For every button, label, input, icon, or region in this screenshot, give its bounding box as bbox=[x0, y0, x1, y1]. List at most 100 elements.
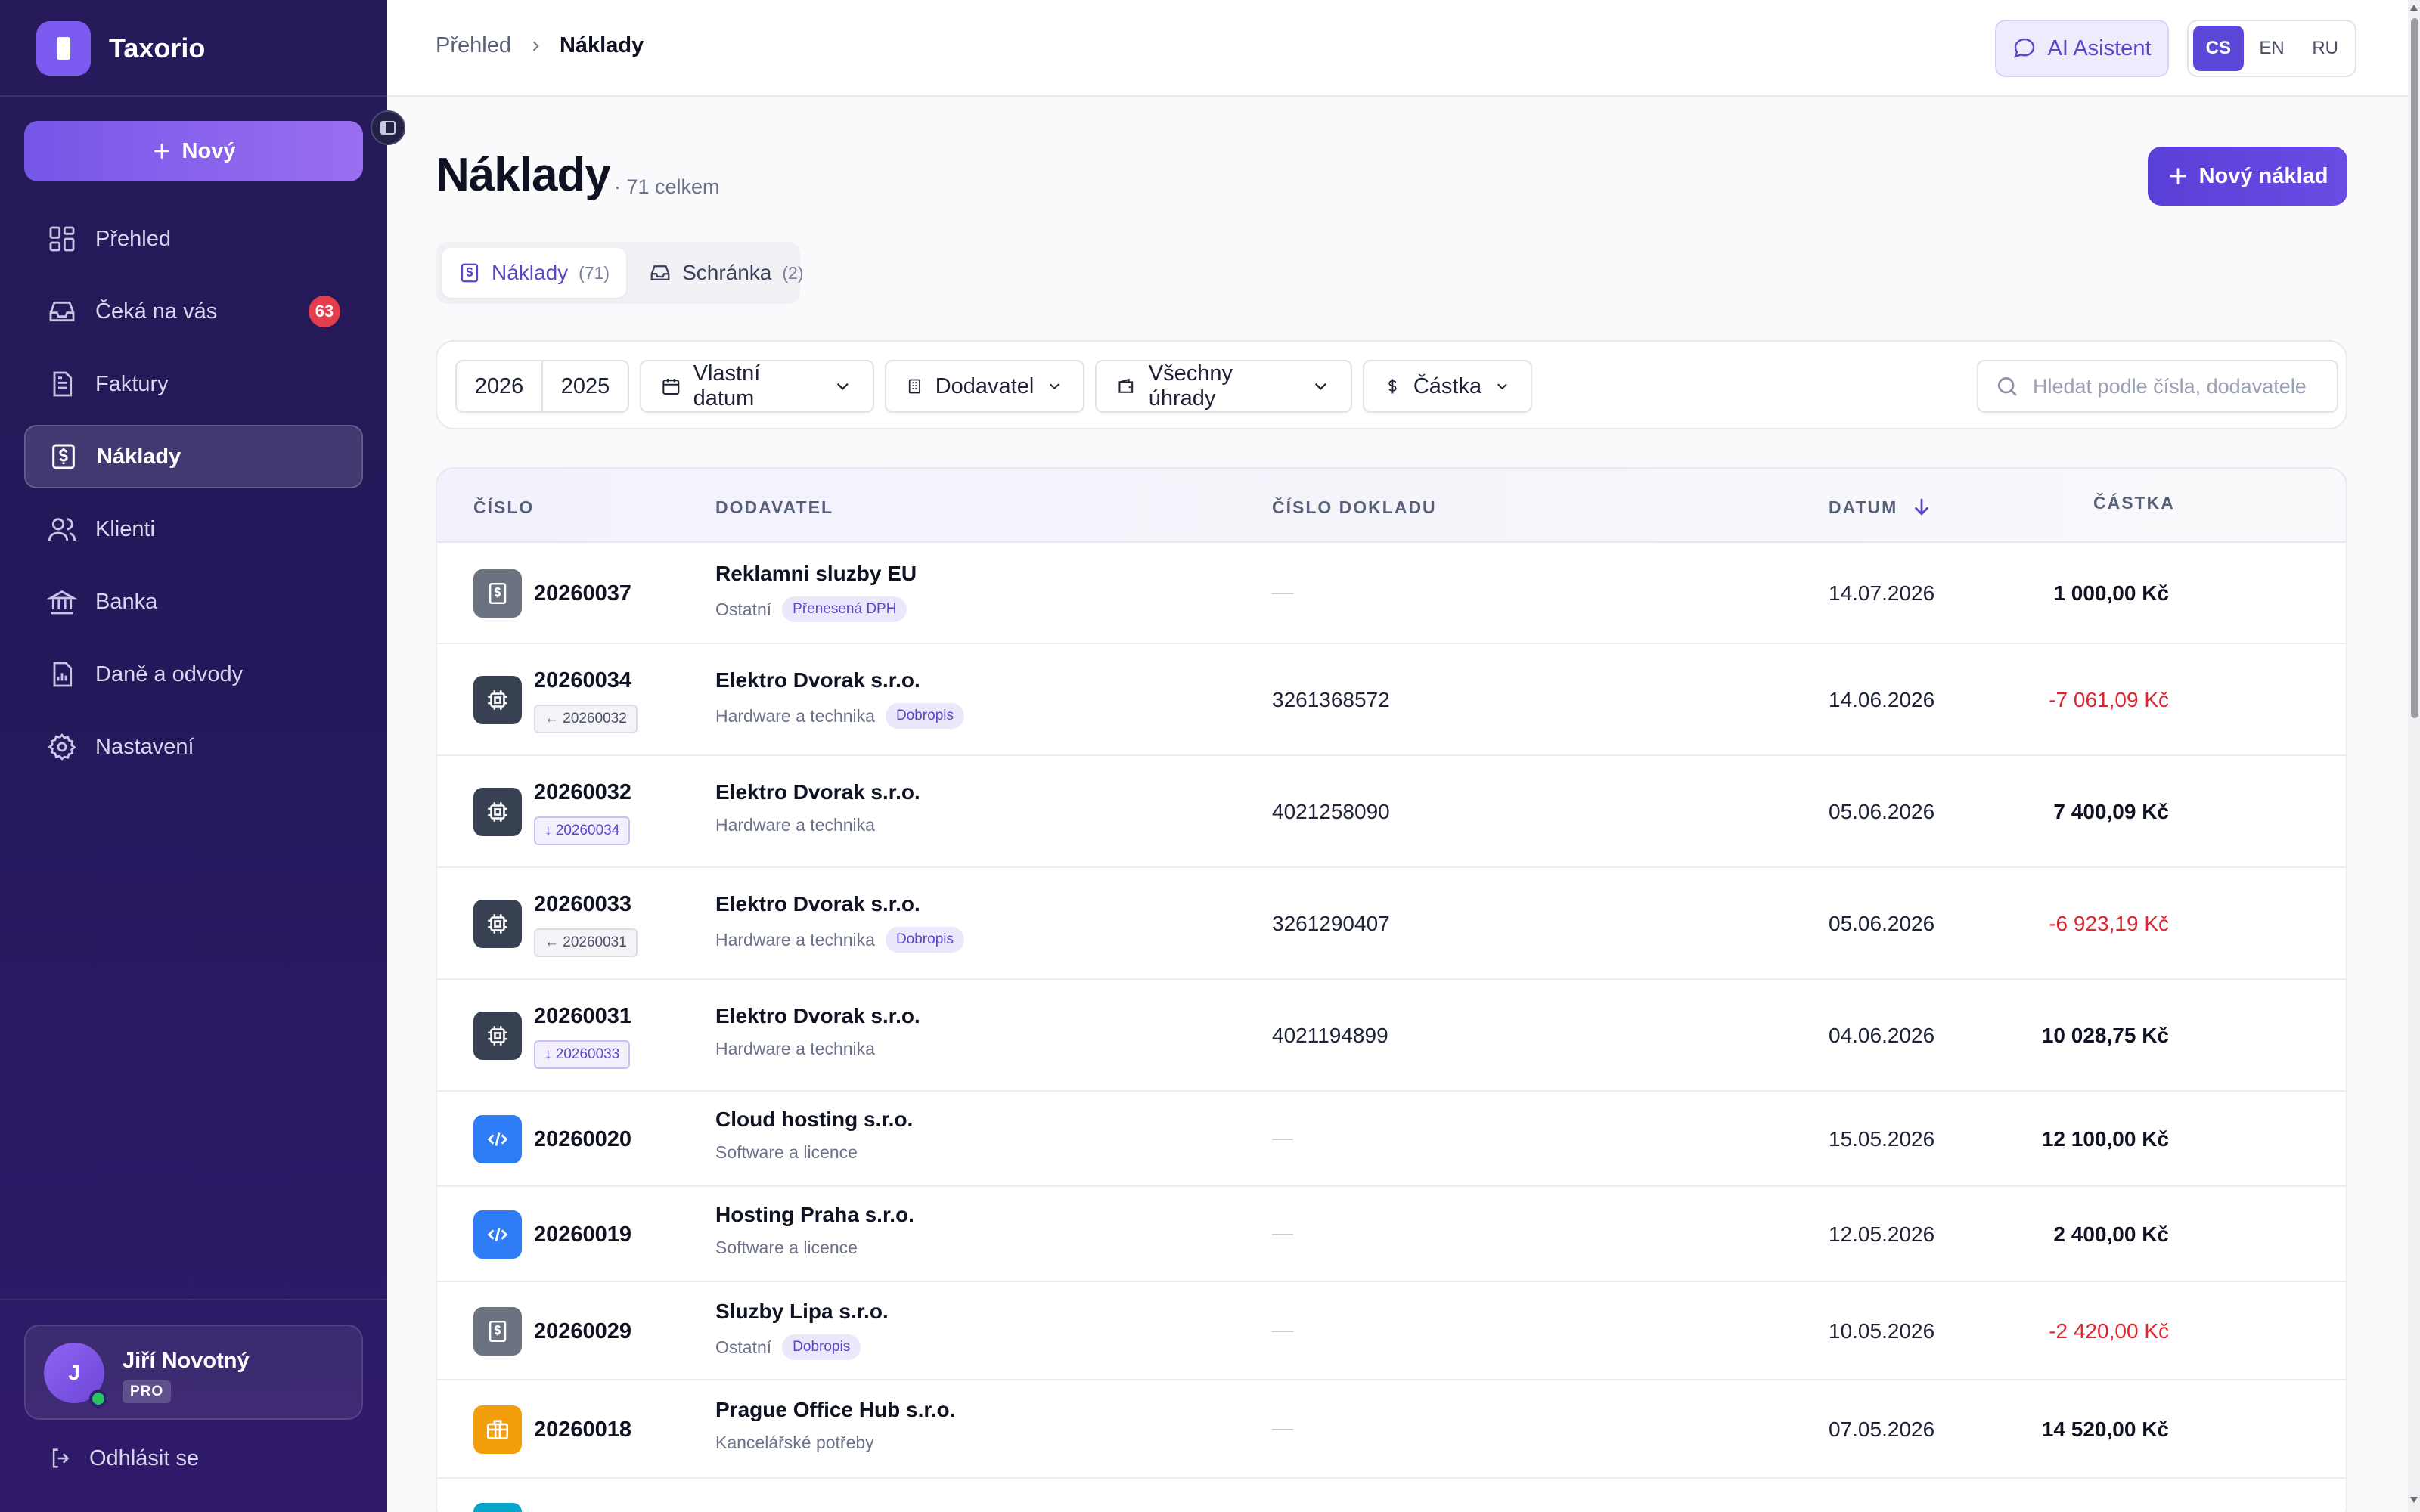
linked-document-badge[interactable]: ↓ 20260034 bbox=[534, 816, 631, 845]
chip-icon bbox=[485, 799, 510, 825]
payments-label: Všechny úhrady bbox=[1148, 361, 1233, 411]
payments-dropdown[interactable]: Všechny úhrady bbox=[1095, 360, 1352, 413]
sidebar-item-faktury[interactable]: Faktury bbox=[24, 352, 363, 416]
scrollbar[interactable] bbox=[2408, 0, 2420, 1512]
tag-badge: Přenesená DPH bbox=[782, 596, 908, 622]
logo-icon bbox=[36, 21, 91, 76]
category-icon-tile bbox=[473, 1503, 522, 1512]
table-row[interactable]: 20260020 Cloud hosting s.r.o. Software a l… bbox=[437, 1092, 2346, 1187]
category-label: Hardware a technika bbox=[715, 705, 875, 726]
language-cs[interactable]: CS bbox=[2193, 26, 2244, 71]
supplier-category: Hardware a technika bbox=[715, 815, 875, 835]
supplier-name: Prague Office Hub s.r.o. bbox=[715, 1398, 956, 1421]
sort-descending-icon[interactable] bbox=[1910, 496, 1933, 519]
supplier-dropdown[interactable]: Dodavatel bbox=[885, 360, 1084, 413]
chip-icon bbox=[485, 687, 510, 713]
table-row[interactable]: 20260019 Hosting Praha s.r.o. Software a l… bbox=[437, 1187, 2346, 1282]
user-card[interactable]: J Jiří Novotný PRO bbox=[24, 1325, 363, 1420]
tab-schranka[interactable]: Schránka (2) bbox=[632, 248, 820, 298]
table-row[interactable]: 20260031 ↓ 20260033 Elektro Dvorak s.r.o. H… bbox=[437, 980, 2346, 1092]
wallet-icon bbox=[1118, 378, 1134, 393]
sidebar-item-ceka-na-vas[interactable]: Čeká na vás 63 bbox=[24, 280, 363, 343]
column-header-datum[interactable]: DATUM bbox=[1829, 497, 1897, 518]
expense-number[interactable]: 20260029 bbox=[534, 1319, 631, 1344]
column-header-dodavatel[interactable]: DODAVATEL bbox=[715, 497, 833, 518]
column-header-cislo[interactable]: ČÍSLO bbox=[473, 497, 534, 518]
supplier-name: Sluzby Lipa s.r.o. bbox=[715, 1300, 889, 1323]
supplier-name: Elektro Dvorak s.r.o. bbox=[715, 892, 920, 916]
language-ru[interactable]: RU bbox=[2300, 26, 2350, 71]
chevron-down-icon bbox=[837, 383, 849, 390]
amount-dropdown[interactable]: Částka bbox=[1363, 360, 1532, 413]
sidebar-item-label: Čeká na vás bbox=[95, 299, 218, 324]
expense-number[interactable]: 20260032 bbox=[534, 780, 631, 805]
inbox-icon bbox=[650, 265, 670, 280]
chevron-down-icon bbox=[1315, 383, 1327, 390]
scroll-down-arrow[interactable] bbox=[2410, 1497, 2418, 1503]
empty-document-number bbox=[1272, 593, 1293, 594]
tab-bar: Náklady (71) Schránka (2) bbox=[436, 242, 804, 304]
linked-document-badge[interactable]: ← 20260031 bbox=[534, 928, 638, 957]
table-row[interactable]: 20260034 ← 20260032 Elektro Dvorak s.r.o. H… bbox=[437, 644, 2346, 756]
table-row[interactable]: Mobilni operator a.s. bbox=[437, 1479, 2346, 1512]
expense-date: 07.05.2026 bbox=[1829, 1418, 1935, 1441]
expense-number[interactable]: 20260037 bbox=[534, 581, 631, 606]
sidebar-item-naklady[interactable]: Náklady bbox=[24, 425, 363, 488]
supplier-category: Hardware a technika Dobropis bbox=[715, 703, 964, 729]
logout-icon bbox=[52, 1448, 70, 1468]
sidebar-item-label: Nastavení bbox=[95, 734, 194, 759]
scrollbar-thumb[interactable] bbox=[2411, 18, 2418, 718]
user-name: Jiří Novotný bbox=[123, 1349, 250, 1373]
ai-assistant-label: AI Asistent bbox=[2047, 36, 2152, 60]
empty-document-number bbox=[1272, 1234, 1293, 1235]
supplier-label: Dodavatel bbox=[935, 373, 1035, 398]
expense-date: 04.06.2026 bbox=[1829, 1024, 1935, 1047]
table-row[interactable]: 20260029 Sluzby Lipa s.r.o. Ostatní Dobropi… bbox=[437, 1282, 2346, 1380]
column-header-castka[interactable]: ČÁSTKA bbox=[2093, 493, 2175, 513]
new-expense-button[interactable]: Nový náklad bbox=[2148, 147, 2347, 206]
tag-badge: Dobropis bbox=[885, 703, 964, 729]
custom-date-dropdown[interactable]: Vlastní datum bbox=[640, 360, 874, 413]
logout-button[interactable]: Odhlásit se bbox=[48, 1445, 199, 1471]
logout-label: Odhlásit se bbox=[89, 1445, 200, 1470]
expense-number[interactable]: 20260034 bbox=[534, 668, 631, 693]
expense-number[interactable]: 20260020 bbox=[534, 1127, 631, 1152]
table-header: ČÍSLO DODAVATEL ČÍSLO DOKLADU DATUM ČÁST… bbox=[437, 469, 2346, 543]
expense-number[interactable]: 20260019 bbox=[534, 1222, 631, 1247]
language-en[interactable]: EN bbox=[2247, 26, 2297, 71]
search-input[interactable] bbox=[2033, 374, 2335, 398]
expense-amount: 7 400,09 Kč bbox=[2053, 800, 2169, 823]
gear-icon bbox=[48, 733, 76, 761]
sidebar-item-prehled[interactable]: Přehled bbox=[24, 207, 363, 271]
sidebar-item-klienti[interactable]: Klienti bbox=[24, 497, 363, 561]
expense-number[interactable]: 20260033 bbox=[534, 892, 631, 917]
table-row[interactable]: 20260032 ↓ 20260034 Elektro Dvorak s.r.o. H… bbox=[437, 756, 2346, 868]
new-button[interactable]: Nový bbox=[24, 121, 363, 181]
table-row[interactable]: 20260033 ← 20260031 Elektro Dvorak s.r.o. H… bbox=[437, 868, 2346, 980]
table-row[interactable]: 20260037 Reklamni sluzby EU Ostatní Přenese… bbox=[437, 543, 2346, 644]
tab-label: Náklady bbox=[492, 261, 569, 284]
tab-label: Schránka bbox=[682, 261, 772, 284]
page-title: Náklady bbox=[436, 149, 611, 201]
category-icon-tile bbox=[473, 1307, 522, 1356]
sidebar-item-dane-a-odvody[interactable]: Daně a odvody bbox=[24, 643, 363, 706]
table-row[interactable]: 20260018 Prague Office Hub s.r.o. Kancelář… bbox=[437, 1380, 2346, 1479]
column-header-cislo-dokladu[interactable]: ČÍSLO DOKLADU bbox=[1272, 497, 1437, 518]
linked-document-badge[interactable]: ← 20260032 bbox=[534, 705, 638, 733]
breadcrumb-item-prehled[interactable]: Přehled bbox=[436, 33, 511, 58]
scroll-up-arrow[interactable] bbox=[2410, 5, 2418, 11]
collapse-sidebar-button[interactable] bbox=[371, 110, 405, 145]
app-logo[interactable]: Taxorio bbox=[36, 21, 205, 76]
sidebar-item-banka[interactable]: Banka bbox=[24, 570, 363, 634]
expense-number[interactable]: 20260018 bbox=[534, 1418, 631, 1442]
year-2026-button[interactable]: 2026 bbox=[455, 360, 543, 413]
sidebar-item-label: Náklady bbox=[97, 444, 182, 469]
year-2025-button[interactable]: 2025 bbox=[541, 360, 629, 413]
expense-number[interactable]: 20260031 bbox=[534, 1004, 631, 1029]
tab-naklady[interactable]: Náklady (71) bbox=[442, 248, 627, 298]
sidebar-item-nastaveni[interactable]: Nastavení bbox=[24, 715, 363, 779]
ai-assistant-button[interactable]: AI Asistent bbox=[1995, 20, 2169, 77]
linked-document-badge[interactable]: ↓ 20260033 bbox=[534, 1040, 631, 1069]
tab-count: (2) bbox=[782, 262, 804, 283]
expense-date: 10.05.2026 bbox=[1829, 1319, 1935, 1343]
